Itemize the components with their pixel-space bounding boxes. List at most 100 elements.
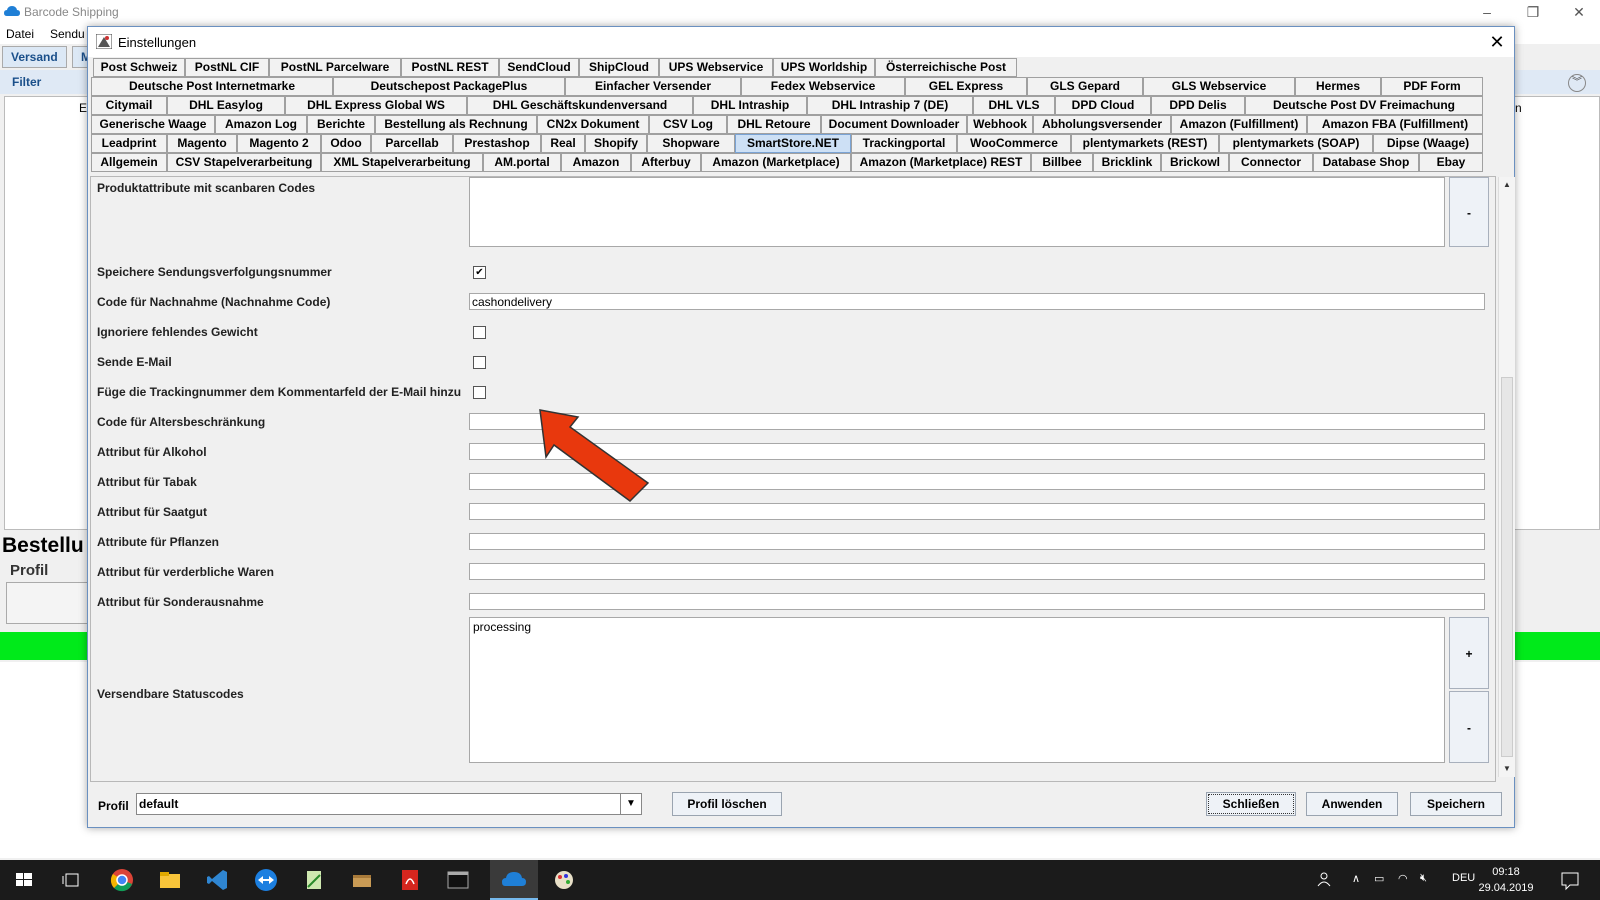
tab-item[interactable]: Abholungsversender <box>1033 115 1171 134</box>
main-profil-box[interactable] <box>6 582 92 624</box>
tab-item[interactable]: Deutschepost PackagePlus <box>333 77 565 96</box>
tab-item[interactable]: WooCommerce <box>957 134 1071 153</box>
statuscode-item[interactable]: processing <box>473 620 531 634</box>
people-icon[interactable] <box>1312 866 1340 894</box>
tab-item[interactable]: Parcellab <box>371 134 453 153</box>
chrome-icon[interactable] <box>108 866 136 894</box>
tab-item[interactable]: AM.portal <box>483 153 561 172</box>
tab-item[interactable]: PostNL REST <box>401 58 499 77</box>
anwenden-button[interactable]: Anwenden <box>1306 792 1398 816</box>
notification-center-icon[interactable] <box>1556 866 1584 894</box>
tab-item[interactable]: Österreichische Post <box>875 58 1017 77</box>
pflanzen-input[interactable] <box>469 533 1485 550</box>
tab-item[interactable]: Leadprint <box>91 134 167 153</box>
profil-select[interactable]: default ▼ <box>136 793 642 815</box>
ignoriere-checkbox[interactable] <box>473 326 486 339</box>
teamviewer-icon[interactable] <box>252 866 280 894</box>
tab-item[interactable]: Citymail <box>91 96 167 115</box>
terminal-icon[interactable] <box>444 866 472 894</box>
sonder-input[interactable] <box>469 593 1485 610</box>
statuscodes-list[interactable]: processing <box>469 617 1445 763</box>
verderblich-input[interactable] <box>469 563 1485 580</box>
tab-item[interactable]: Afterbuy <box>631 153 701 172</box>
tab-item[interactable]: CN2x Dokument <box>537 115 649 134</box>
scroll-up-icon[interactable]: ▲ <box>1501 179 1513 191</box>
tab-item[interactable]: DHL Geschäftskundenversand <box>467 96 693 115</box>
tab-item[interactable]: Trackingportal <box>851 134 957 153</box>
acrobat-icon[interactable] <box>396 866 424 894</box>
tab-item[interactable]: UPS Worldship <box>773 58 875 77</box>
tab-item[interactable]: Bestellung als Rechnung <box>375 115 537 134</box>
close-icon[interactable]: ✕ <box>1556 2 1600 22</box>
tab-item[interactable]: Allgemein <box>91 153 167 172</box>
tab-item[interactable]: Amazon FBA (Fulfillment) <box>1307 115 1483 134</box>
tab-item[interactable]: Magento 2 <box>237 134 321 153</box>
tab-versand[interactable]: Versand <box>2 46 67 68</box>
tab-item[interactable]: Deutsche Post DV Freimachung <box>1245 96 1483 115</box>
statuscodes-add-button[interactable]: + <box>1449 617 1489 689</box>
tab-item[interactable]: GLS Gepard <box>1027 77 1143 96</box>
tab-item[interactable]: Generische Waage <box>91 115 215 134</box>
tab-item[interactable]: Billbee <box>1031 153 1093 172</box>
tab-item[interactable]: XML Stapelverarbeitung <box>321 153 483 172</box>
tab-item[interactable]: Webhook <box>967 115 1033 134</box>
windows-start-icon[interactable] <box>10 866 38 894</box>
tab-item[interactable]: PDF Form <box>1381 77 1483 96</box>
tab-item[interactable]: DHL Intraship <box>693 96 807 115</box>
tab-item[interactable]: CSV Log <box>649 115 727 134</box>
tab-item[interactable]: Hermes <box>1295 77 1381 96</box>
tab-item[interactable]: GEL Express <box>905 77 1027 96</box>
tab-item[interactable]: Post Schweiz <box>93 58 185 77</box>
tab-item[interactable]: Shopify <box>585 134 647 153</box>
produktattribute-list[interactable] <box>469 177 1445 247</box>
tab-item[interactable]: Ebay <box>1419 153 1483 172</box>
schliessen-button[interactable]: Schließen <box>1206 792 1296 816</box>
tab-item[interactable]: Brickowl <box>1161 153 1229 172</box>
tab-item[interactable]: plentymarkets (SOAP) <box>1219 134 1373 153</box>
scroll-down-icon[interactable]: ▼ <box>1501 763 1513 775</box>
tab-item[interactable]: Amazon Log <box>215 115 307 134</box>
tab-item[interactable]: Prestashop <box>453 134 541 153</box>
tab-item[interactable]: Einfacher Versender <box>565 77 741 96</box>
menu-sendungen[interactable]: Sendu <box>50 27 85 41</box>
barcode-shipping-icon[interactable] <box>500 866 528 894</box>
scroll-thumb[interactable] <box>1501 377 1513 757</box>
tab-item[interactable]: DHL Retoure <box>727 115 821 134</box>
collapse-chevron-icon[interactable]: ︾ <box>1568 74 1586 92</box>
tab-item[interactable]: DHL VLS <box>973 96 1055 115</box>
speichern-button[interactable]: Speichern <box>1410 792 1502 816</box>
package-icon[interactable] <box>348 866 376 894</box>
file-explorer-icon[interactable] <box>156 866 184 894</box>
minimize-icon[interactable]: – <box>1464 2 1510 22</box>
tab-item[interactable]: Deutsche Post Internetmarke <box>91 77 333 96</box>
tab-item[interactable]: Magento <box>167 134 237 153</box>
tab-item[interactable]: PostNL Parcelware <box>269 58 401 77</box>
content-scrollbar[interactable]: ▲ ▼ <box>1498 177 1515 777</box>
battery-icon[interactable]: ▭ <box>1374 872 1384 885</box>
language-indicator[interactable]: DEU <box>1452 872 1475 884</box>
saatgut-input[interactable] <box>469 503 1485 520</box>
tab-item[interactable]: Document Downloader <box>821 115 967 134</box>
produktattribute-remove-button[interactable]: - <box>1449 177 1489 247</box>
sende-email-checkbox[interactable] <box>473 356 486 369</box>
tab-item[interactable]: plentymarkets (REST) <box>1071 134 1219 153</box>
tab-item[interactable]: Shopware <box>647 134 735 153</box>
volume-muted-icon[interactable]: 🔇︎ <box>1420 872 1427 885</box>
tab-item[interactable]: Fedex Webservice <box>741 77 905 96</box>
tab-item[interactable]: Amazon <box>561 153 631 172</box>
tab-item[interactable]: Dipse (Waage) <box>1373 134 1483 153</box>
paint-icon[interactable] <box>550 866 578 894</box>
tab-item[interactable]: Odoo <box>321 134 371 153</box>
dialog-close-icon[interactable]: ✕ <box>1486 31 1508 53</box>
tab-item[interactable]: CSV Stapelverarbeitung <box>167 153 321 172</box>
filter-label[interactable]: Filter <box>12 75 41 89</box>
wifi-icon[interactable]: ◠ <box>1398 872 1408 885</box>
tab-item[interactable]: UPS Webservice <box>659 58 773 77</box>
tab-item[interactable]: Database Shop <box>1313 153 1419 172</box>
task-view-icon[interactable] <box>58 866 86 894</box>
chevron-down-icon[interactable]: ▼ <box>620 794 641 814</box>
tab-item[interactable]: DPD Delis <box>1151 96 1245 115</box>
tab-item[interactable]: GLS Webservice <box>1143 77 1295 96</box>
profil-loeschen-button[interactable]: Profil löschen <box>672 792 782 816</box>
restore-icon[interactable]: ❐ <box>1510 2 1556 22</box>
